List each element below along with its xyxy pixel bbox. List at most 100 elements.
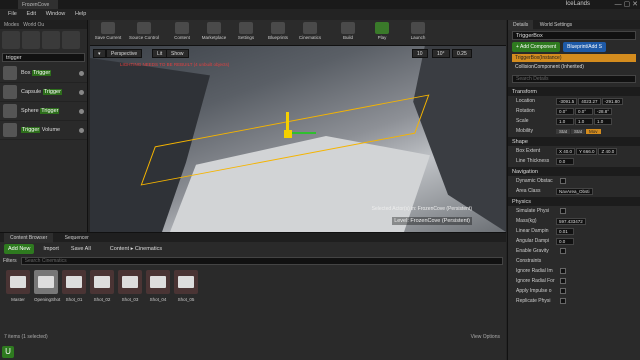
info-icon[interactable] <box>79 70 84 76</box>
asset-tile[interactable]: Shot_04 <box>146 270 170 302</box>
scale-x-field[interactable]: 1.0 <box>556 117 574 125</box>
rotation-z-field[interactable]: -28.8° <box>594 107 613 115</box>
ignore-radial-impulse-checkbox[interactable] <box>560 268 566 274</box>
info-icon[interactable] <box>79 108 84 114</box>
show-button[interactable]: Show <box>166 49 189 58</box>
physics-section[interactable]: Physics <box>508 197 640 206</box>
foliage-mode-icon[interactable] <box>62 31 80 49</box>
asset-search-input[interactable]: Search Cinematics <box>20 257 503 265</box>
list-item[interactable]: Sphere Trigger <box>0 102 87 121</box>
modes-search-input[interactable]: trigger <box>2 53 85 62</box>
tab-world-settings[interactable]: World Settings <box>535 20 577 30</box>
place-mode-icon[interactable] <box>2 31 20 49</box>
location-y-field[interactable]: 4023.27 <box>578 97 601 105</box>
viewport-options-button[interactable]: ▾ <box>93 49 106 58</box>
view-options-button[interactable]: View Options <box>471 334 500 340</box>
document-tab[interactable]: FrozenCove <box>18 0 58 9</box>
launch-button[interactable]: Launch <box>402 22 434 44</box>
breadcrumb-cinematics[interactable]: Cinematics <box>135 246 162 252</box>
add-component-button[interactable]: + Add Component <box>512 42 561 52</box>
shape-section[interactable]: Shape <box>508 137 640 146</box>
navigation-section[interactable]: Navigation <box>508 167 640 176</box>
asset-tile[interactable]: OpeningShot <box>34 270 60 302</box>
grid-snap-button[interactable]: 10 <box>412 49 428 58</box>
clapper-icon <box>303 22 317 34</box>
import-button[interactable]: Import <box>40 244 62 254</box>
add-new-button[interactable]: Add New <box>4 244 35 254</box>
breadcrumb-content[interactable]: Content <box>110 246 129 252</box>
info-icon[interactable] <box>79 127 84 133</box>
asset-tile[interactable]: Shot_02 <box>90 270 114 302</box>
list-item[interactable]: Box Trigger <box>0 64 87 83</box>
menu-edit[interactable]: Edit <box>27 11 36 17</box>
world-outliner-tab[interactable]: World Ou <box>23 22 44 28</box>
location-x-field[interactable]: -3091.5 <box>556 97 578 105</box>
save-all-button[interactable]: Save All <box>68 244 94 254</box>
component-item[interactable]: TriggerBox(Instance) <box>512 54 636 62</box>
landscape-mode-icon[interactable] <box>42 31 60 49</box>
marketplace-button[interactable]: Marketplace <box>198 22 230 44</box>
menu-help[interactable]: Help <box>75 11 86 17</box>
linear-damping-field[interactable]: 0.01 <box>556 227 574 235</box>
gizmo-x-axis[interactable] <box>290 132 316 134</box>
tab-details[interactable]: Details <box>508 20 534 30</box>
rotation-snap-button[interactable]: 10° <box>432 49 450 58</box>
simulate-physics-checkbox[interactable] <box>560 208 566 214</box>
build-button[interactable]: Build <box>332 22 364 44</box>
play-button[interactable]: Play <box>366 22 398 44</box>
lit-button[interactable]: Lit <box>152 49 168 58</box>
constraints-row[interactable]: Constraints <box>508 256 640 266</box>
rotation-x-field[interactable]: 0.0° <box>556 107 574 115</box>
asset-tile[interactable]: Shot_01 <box>62 270 86 302</box>
filters-button[interactable]: Filters <box>3 258 17 264</box>
scale-snap-button[interactable]: 0.25 <box>452 49 472 58</box>
mass-field[interactable]: 597.433472 <box>556 217 586 225</box>
details-search-input[interactable]: Search Details <box>512 75 636 83</box>
angular-damping-field[interactable]: 0.0 <box>556 237 574 245</box>
paint-mode-icon[interactable] <box>22 31 40 49</box>
area-class-dropdown[interactable]: NavArea_Obsti <box>556 187 593 195</box>
apply-impulse-checkbox[interactable] <box>560 288 566 294</box>
info-icon[interactable] <box>79 89 84 95</box>
window-controls[interactable]: — ▢ ✕ <box>615 0 638 8</box>
menu-window[interactable]: Window <box>46 11 66 17</box>
perspective-button[interactable]: Perspective <box>106 49 143 58</box>
asset-tile[interactable]: Shot_03 <box>118 270 142 302</box>
blueprints-button[interactable]: Blueprints <box>262 22 294 44</box>
source-control-button[interactable]: Source Control <box>128 22 160 44</box>
box-extent-z-field[interactable]: Z 40.0 <box>598 147 618 155</box>
component-item[interactable]: CollisionComponent (Inherited) <box>512 63 636 71</box>
menu-file[interactable]: File <box>8 11 17 17</box>
tab-sequencer[interactable]: Sequencer <box>59 233 95 243</box>
save-current-button[interactable]: Save Current <box>92 22 124 44</box>
gizmo-center[interactable] <box>284 130 292 138</box>
actor-name-field[interactable]: TriggerBox <box>512 31 636 40</box>
asset-tile[interactable]: Shot_05 <box>174 270 198 302</box>
box-extent-x-field[interactable]: X 40.0 <box>556 147 576 155</box>
modes-title[interactable]: Modes <box>4 22 19 28</box>
list-item[interactable]: Trigger Volume <box>0 121 87 140</box>
mobility-movable-button[interactable]: Mov <box>586 128 601 134</box>
asset-tile[interactable]: Master <box>6 270 30 302</box>
mobility-stationary-button[interactable]: Stat <box>571 128 586 134</box>
dynamic-obstacle-checkbox[interactable] <box>560 178 566 184</box>
cinematics-button[interactable]: Cinematics <box>294 22 326 44</box>
mobility-static-button[interactable]: Stat <box>556 128 571 134</box>
replicate-physics-checkbox[interactable] <box>560 298 566 304</box>
list-item[interactable]: Capsule Trigger <box>0 83 87 102</box>
rotation-y-field[interactable]: 0.0° <box>575 107 593 115</box>
scale-y-field[interactable]: 1.0 <box>575 117 593 125</box>
blueprint-add-script-button[interactable]: Blueprint/Add S <box>563 42 606 52</box>
content-button[interactable]: Content <box>166 22 198 44</box>
box-extent-y-field[interactable]: Y 666.0 <box>576 147 598 155</box>
location-z-field[interactable]: -291.80 <box>601 97 623 105</box>
ignore-radial-force-checkbox[interactable] <box>560 278 566 284</box>
settings-button[interactable]: Settings <box>230 22 262 44</box>
tab-content-browser[interactable]: Content Browser <box>4 233 54 243</box>
item-highlight: Trigger <box>40 108 60 114</box>
transform-section[interactable]: Transform <box>508 87 640 96</box>
level-viewport[interactable]: ▾ Perspective Lit Show 10 10° 0.25 LIGHT… <box>90 46 506 232</box>
enable-gravity-checkbox[interactable] <box>560 248 566 254</box>
line-thickness-field[interactable]: 0.0 <box>556 157 574 165</box>
scale-z-field[interactable]: 1.0 <box>594 117 612 125</box>
